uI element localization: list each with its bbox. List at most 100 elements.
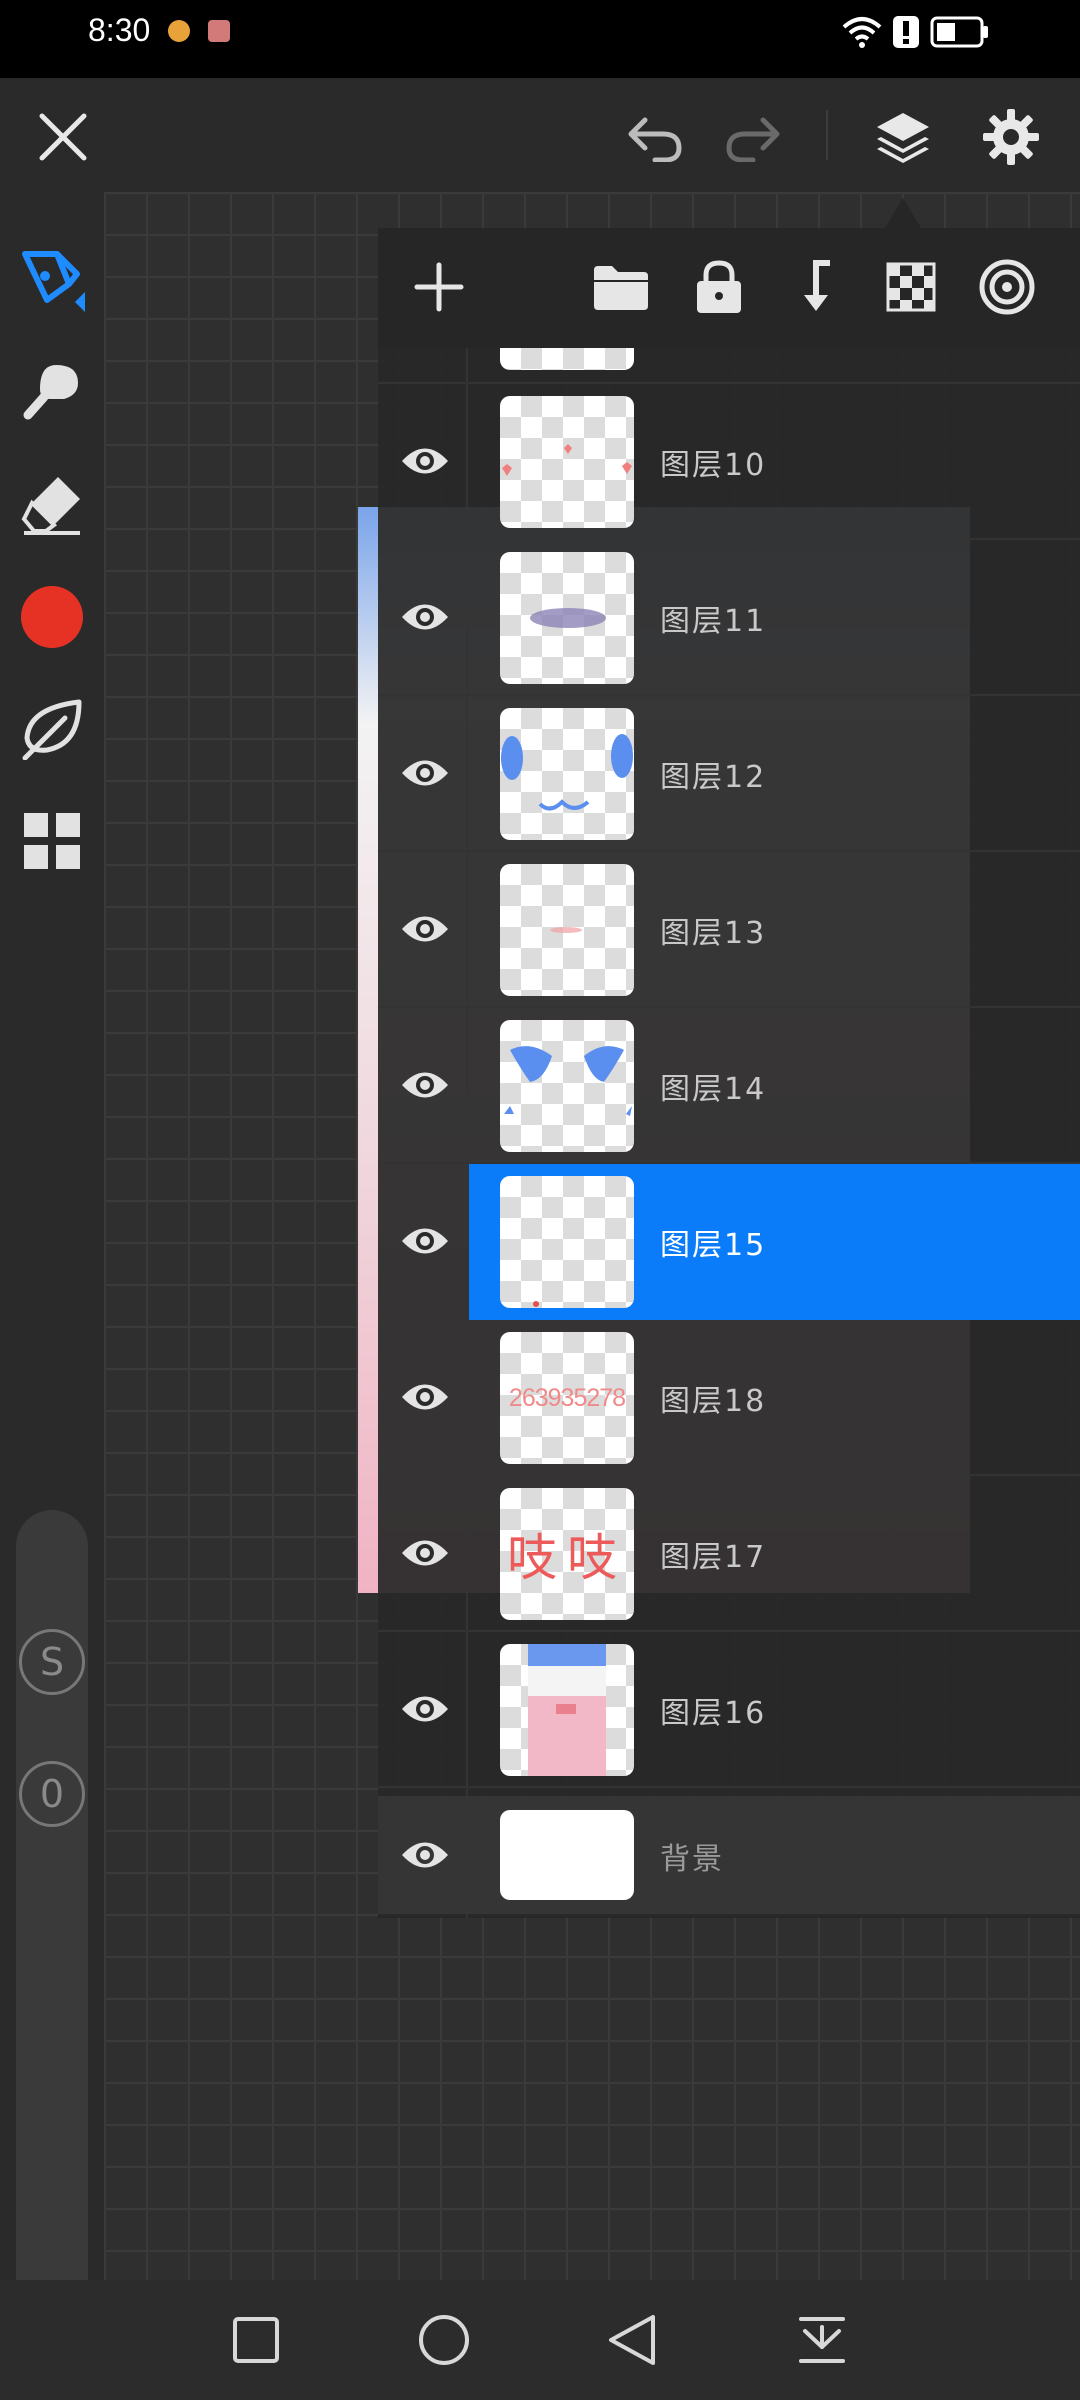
layer-thumbnail <box>500 348 634 370</box>
eye-icon <box>402 1842 448 1868</box>
notification-icon <box>208 20 230 42</box>
square-icon <box>233 2317 279 2363</box>
alert-icon <box>893 16 919 48</box>
leaf-icon <box>22 699 82 760</box>
layers-button[interactable] <box>868 102 938 172</box>
layer-row[interactable]: 263935278 图层18 <box>378 1320 1080 1476</box>
layer-row-partial[interactable] <box>378 348 1080 384</box>
eye-icon <box>402 760 448 786</box>
brush-tool[interactable] <box>17 244 87 314</box>
blend-button[interactable] <box>974 254 1040 320</box>
visibility-toggle[interactable] <box>398 1830 452 1880</box>
layer-name: 图层18 <box>660 1384 767 1419</box>
layer-name: 图层11 <box>660 604 767 639</box>
wifi-icon <box>842 17 882 48</box>
layer-name: 图层15 <box>660 1228 767 1263</box>
layer-thumbnail: 263935278 <box>500 1332 634 1464</box>
eye-icon <box>402 1228 448 1254</box>
layer-thumbnail <box>500 864 634 996</box>
background-layer-row[interactable]: 背景 <box>378 1796 1080 1914</box>
close-button[interactable] <box>28 102 98 172</box>
color-picker[interactable] <box>17 582 87 652</box>
checkerboard-icon <box>886 262 936 312</box>
battery-icon <box>930 16 988 48</box>
status-icons <box>842 12 990 52</box>
tool-rail: S 0 <box>0 192 104 2330</box>
layer-name: 图层12 <box>660 760 767 795</box>
visibility-toggle[interactable] <box>398 1216 452 1266</box>
visibility-toggle[interactable] <box>398 1684 452 1734</box>
layer-name: 图层16 <box>660 1696 767 1731</box>
pull-down-icon <box>799 2317 845 2363</box>
redo-button[interactable] <box>718 102 788 172</box>
notification-shade-button[interactable] <box>790 2308 854 2372</box>
app-root: 8:30 S 0 图层10 图层11 图层12 图层13 图层14 图层15 2… <box>0 0 1080 2400</box>
layer-thumbnail <box>500 1810 634 1900</box>
stabilizer-button[interactable]: S <box>19 1629 85 1695</box>
layer-row[interactable]: 图层11 <box>378 540 1080 696</box>
layer-thumbnail <box>500 1020 634 1152</box>
circle-icon <box>419 2315 469 2365</box>
layer-thumbnail <box>500 552 634 684</box>
visibility-toggle[interactable] <box>398 748 452 798</box>
eraser-tool[interactable] <box>17 470 87 540</box>
folder-button[interactable] <box>588 254 654 320</box>
home-button[interactable] <box>412 2308 476 2372</box>
layer-row-selected[interactable]: 图层15 <box>378 1164 1080 1320</box>
layer-name: 图层14 <box>660 1072 767 1107</box>
visibility-toggle[interactable] <box>398 1528 452 1578</box>
eye-icon <box>402 1696 448 1722</box>
close-icon <box>39 113 87 161</box>
layer-row[interactable]: 图层16 <box>378 1632 1080 1788</box>
top-toolbar <box>0 78 1080 192</box>
pen-icon <box>22 251 85 312</box>
color-swatch-icon <box>21 586 83 648</box>
layer-thumbnail: 吱吱 <box>500 1488 634 1620</box>
system-nav-bar <box>0 2280 1080 2400</box>
visibility-toggle[interactable] <box>398 904 452 954</box>
eye-icon <box>402 604 448 630</box>
layer-name: 图层17 <box>660 1540 767 1575</box>
visibility-toggle[interactable] <box>398 1060 452 1110</box>
plus-icon <box>414 262 464 312</box>
undo-icon <box>628 117 682 162</box>
layers-icon <box>877 113 929 163</box>
recents-button[interactable] <box>224 2308 288 2372</box>
triangle-back-icon <box>609 2315 655 2365</box>
leaf-tool[interactable] <box>17 694 87 764</box>
settings-button[interactable] <box>976 102 1046 172</box>
smudge-tool[interactable] <box>17 356 87 426</box>
gallery-tool[interactable] <box>17 806 87 876</box>
layer-row[interactable]: 图层14 <box>378 1008 1080 1164</box>
lock-icon <box>697 260 741 313</box>
lock-button[interactable] <box>686 254 752 320</box>
transparency-button[interactable] <box>878 254 944 320</box>
merge-down-button[interactable] <box>782 254 848 320</box>
back-button[interactable] <box>600 2308 664 2372</box>
layer-name: 图层10 <box>660 448 767 483</box>
layer-row[interactable]: 图层10 <box>378 384 1080 540</box>
gear-icon <box>983 109 1039 165</box>
layer-row[interactable]: 图层12 <box>378 696 1080 852</box>
eye-icon <box>402 1384 448 1410</box>
redo-icon <box>726 117 780 162</box>
notification-icon <box>168 20 190 42</box>
visibility-toggle[interactable] <box>398 436 452 486</box>
eye-icon <box>402 1072 448 1098</box>
merge-down-icon <box>804 260 830 311</box>
layers-panel: 图层10 图层11 图层12 图层13 图层14 图层15 263935278 … <box>378 228 1080 1918</box>
eye-icon <box>402 448 448 474</box>
visibility-toggle[interactable] <box>398 592 452 642</box>
add-layer-button[interactable] <box>406 254 472 320</box>
visibility-toggle[interactable] <box>398 1372 452 1422</box>
opacity-button[interactable]: 0 <box>19 1761 85 1827</box>
eye-icon <box>402 1540 448 1566</box>
layer-thumbnail <box>500 1176 634 1308</box>
layer-row[interactable]: 吱吱 图层17 <box>378 1476 1080 1632</box>
layer-name: 背景 <box>660 1842 724 1877</box>
layer-row[interactable]: 图层13 <box>378 852 1080 1008</box>
layer-thumbnail <box>500 708 634 840</box>
layer-thumbnail <box>500 1644 634 1776</box>
smudge-icon <box>23 365 78 420</box>
undo-button[interactable] <box>620 102 690 172</box>
